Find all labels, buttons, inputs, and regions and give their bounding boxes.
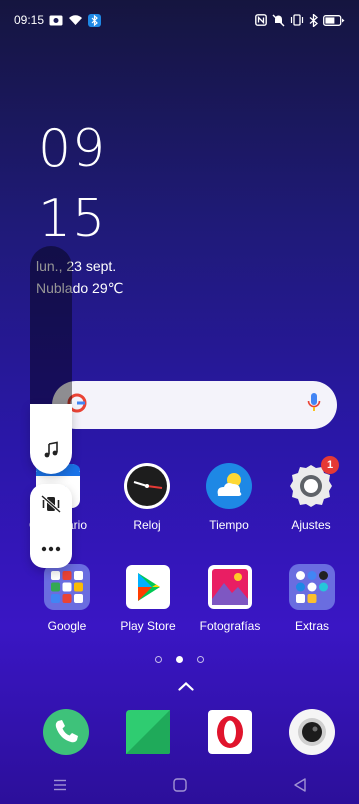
- more-options-button[interactable]: [41, 539, 61, 557]
- dock-phone[interactable]: [28, 708, 104, 756]
- status-time: 09:15: [14, 13, 45, 27]
- wifi-icon: [68, 14, 83, 26]
- volume-actions-panel: [30, 484, 72, 568]
- app-drawer-chevron-icon[interactable]: [178, 678, 194, 696]
- phone-icon: [42, 708, 90, 756]
- clock-icon: [123, 462, 171, 510]
- home-button[interactable]: [173, 777, 188, 797]
- notification-badge: 1: [321, 456, 339, 474]
- app-label: Extras: [294, 619, 329, 633]
- app-play-store[interactable]: Play Store: [110, 563, 186, 633]
- app-label: Ajustes: [291, 518, 331, 532]
- app-label: Google: [47, 619, 87, 633]
- clock-minute[interactable]: 15: [38, 193, 106, 245]
- camera-icon: [288, 708, 336, 756]
- mute-icon: [272, 14, 285, 27]
- folder-google[interactable]: Google: [29, 563, 105, 633]
- settings-icon: 1: [287, 456, 339, 510]
- status-bar: 09:15: [0, 0, 359, 40]
- dock-camera[interactable]: [274, 708, 350, 756]
- volume-slider-track[interactable]: [30, 246, 72, 404]
- app-clock[interactable]: Reloj: [109, 462, 185, 532]
- volume-slider-level[interactable]: [30, 404, 72, 474]
- app-weather[interactable]: Tiempo: [191, 462, 267, 532]
- battery-icon: [323, 14, 345, 26]
- page-indicator[interactable]: [0, 656, 359, 663]
- back-button[interactable]: [294, 777, 306, 797]
- photos-icon: [206, 563, 254, 611]
- weather-icon: [205, 462, 253, 510]
- clock-hour[interactable]: 09: [38, 123, 106, 175]
- app-label: Tiempo: [209, 518, 249, 532]
- app-settings[interactable]: 1 Ajustes: [273, 456, 349, 532]
- app-label: Reloj: [133, 518, 161, 532]
- dock-opera[interactable]: [192, 708, 268, 756]
- bluetooth-notification-icon: [88, 13, 102, 27]
- app-photos[interactable]: Fotografías: [192, 563, 268, 633]
- microphone-icon[interactable]: [307, 392, 321, 419]
- messages-icon: [124, 708, 172, 756]
- app-label: Fotografías: [199, 619, 261, 633]
- page-dot[interactable]: [197, 656, 204, 663]
- nfc-icon: [255, 14, 267, 26]
- app-label: Play Store: [120, 619, 176, 633]
- bluetooth-icon: [309, 13, 318, 27]
- google-folder-icon: [43, 563, 91, 611]
- vibrate-icon: [290, 14, 304, 26]
- opera-icon: [206, 708, 254, 756]
- vibrate-mode-button[interactable]: [40, 494, 62, 518]
- folder-extras[interactable]: Extras: [274, 563, 350, 633]
- music-note-icon: [42, 441, 60, 464]
- google-search-bar[interactable]: [52, 381, 337, 429]
- page-dot[interactable]: [155, 656, 162, 663]
- extras-folder-icon: [288, 563, 336, 611]
- gallery-notification-icon: [49, 15, 63, 26]
- navigation-bar: [0, 770, 359, 804]
- page-dot-active[interactable]: [176, 656, 183, 663]
- menu-button[interactable]: [53, 778, 67, 796]
- dock-messages[interactable]: [110, 708, 186, 756]
- play-store-icon: [124, 563, 172, 611]
